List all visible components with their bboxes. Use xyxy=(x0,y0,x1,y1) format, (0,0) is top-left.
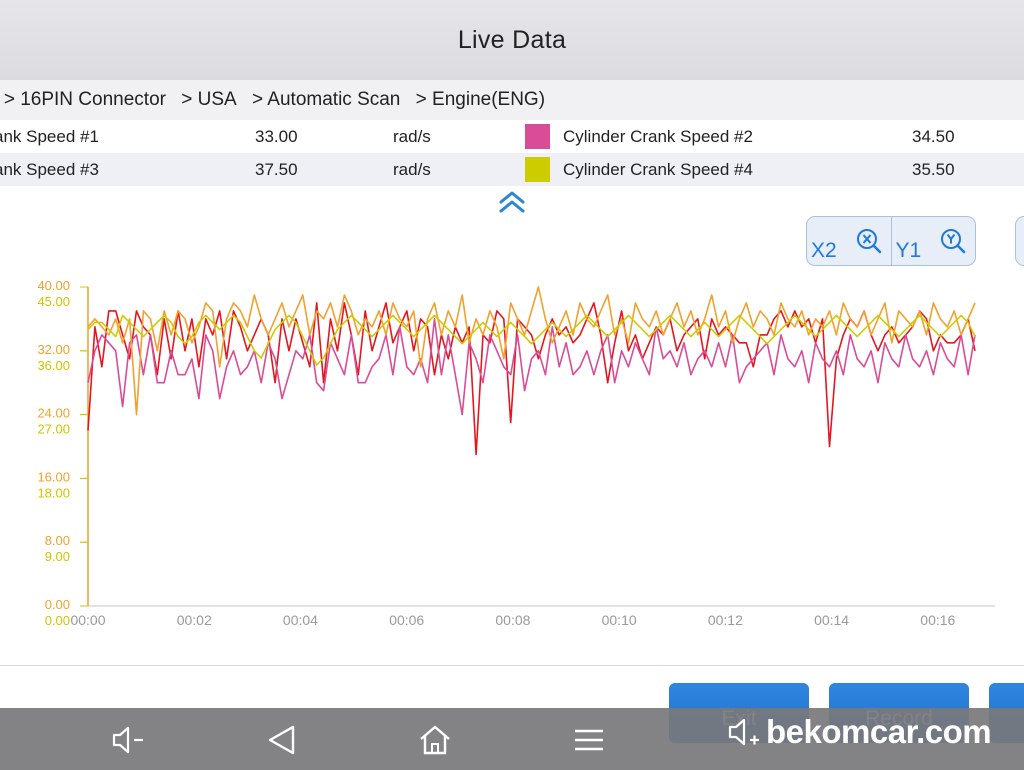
breadcrumb-item-region[interactable]: > USA xyxy=(181,89,236,110)
x-tick-label: 00:00 xyxy=(70,612,105,628)
breadcrumb-item-connector[interactable]: 0 > 16PIN Connector xyxy=(0,89,166,110)
watermark: bekomcar.com xyxy=(726,712,992,752)
data-row-2[interactable]: ank Speed #3 37.50 rad/s Cylinder Crank … xyxy=(0,153,1024,186)
breadcrumb-item-system[interactable]: > Engine(ENG) xyxy=(416,89,545,110)
param-name-left: ank Speed #1 xyxy=(0,127,99,146)
param-name-right: Cylinder Crank Speed #2 xyxy=(563,127,753,146)
back-icon[interactable] xyxy=(265,724,301,756)
y-tick-label: 16.00 xyxy=(37,469,70,484)
x-tick-label: 00:06 xyxy=(389,612,424,628)
x-tick-label: 00:16 xyxy=(920,612,955,628)
zoom-x-label: X2 xyxy=(811,239,837,262)
x-tick-label: 00:04 xyxy=(283,612,318,628)
page-title: Live Data xyxy=(457,25,567,54)
data-row-1[interactable]: ank Speed #1 33.00 rad/s Cylinder Crank … xyxy=(0,120,1024,153)
y-tick-label: 40.00 xyxy=(37,278,70,293)
zoom-x-icon xyxy=(856,229,881,254)
zoom-y-button[interactable]: Y1 xyxy=(890,217,976,265)
title-bar: Live Data xyxy=(0,0,1024,80)
series-color-swatch xyxy=(525,157,550,182)
home-icon[interactable] xyxy=(417,724,453,756)
y-tick-label: 24.00 xyxy=(37,406,70,421)
zoom-reset-button[interactable] xyxy=(1015,216,1024,266)
zoom-x-button[interactable]: X2 xyxy=(807,217,891,265)
zoom-y-icon xyxy=(941,229,966,254)
zoom-controls: X2 Y1 xyxy=(806,216,976,266)
x-tick-label: 00:14 xyxy=(814,612,849,628)
zoom-y-label: Y1 xyxy=(895,239,922,262)
series-line-2 xyxy=(87,318,976,416)
divider xyxy=(0,665,1024,666)
y-tick-label: 8.00 xyxy=(45,533,70,548)
live-data-chart[interactable]: 0.00 8.00 16.00 24.00 32.00 40.00 0.00 9.00 18.0… xyxy=(0,270,1024,640)
x-tick-label: 00:12 xyxy=(708,612,743,628)
param-name-right: Cylinder Crank Speed #4 xyxy=(563,160,753,179)
collapse-chevron-up-icon[interactable] xyxy=(498,190,526,214)
breadcrumb: 0 > 16PIN Connector > USA > Automatic Sc… xyxy=(0,80,1024,120)
breadcrumb-item-scan[interactable]: > Automatic Scan xyxy=(252,89,400,110)
param-value-right: 35.50 xyxy=(912,160,955,179)
menu-icon[interactable] xyxy=(571,724,607,756)
watermark-text: bekomcar.com xyxy=(766,713,992,750)
x-tick-label: 00:10 xyxy=(602,612,637,628)
y-tick-label: 9.00 xyxy=(45,549,70,564)
y-tick-label: 45.00 xyxy=(37,294,70,309)
param-unit-left: rad/s xyxy=(393,160,431,179)
series-color-swatch xyxy=(525,124,550,149)
volume-down-icon[interactable] xyxy=(110,724,146,756)
y-tick-label: 36.00 xyxy=(37,358,70,373)
param-unit-left: rad/s xyxy=(393,127,431,146)
x-tick-label: 00:02 xyxy=(177,612,212,628)
param-name-left: ank Speed #3 xyxy=(0,160,99,179)
y-tick-label: 0.00 xyxy=(45,613,70,628)
param-value-left: 33.00 xyxy=(255,127,298,146)
series-line-1 xyxy=(87,302,976,456)
volume-up-icon xyxy=(728,718,759,746)
x-tick-label: 00:08 xyxy=(495,612,530,628)
y-tick-label: 32.00 xyxy=(37,342,70,357)
y-tick-label: 0.00 xyxy=(45,597,70,612)
y-tick-label: 27.00 xyxy=(37,422,70,437)
y-tick-label: 18.00 xyxy=(37,485,70,500)
param-value-left: 37.50 xyxy=(255,160,298,179)
param-value-right: 34.50 xyxy=(912,127,955,146)
